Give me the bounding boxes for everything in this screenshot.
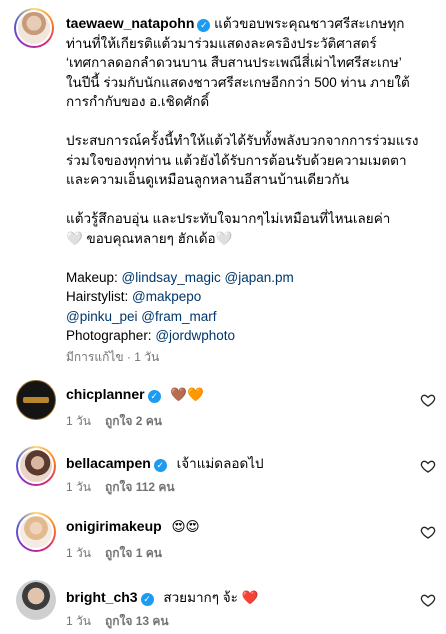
caption-line: และความเอ็นดูเหมือนลูกหลานอีสานบ้านเดียว… <box>66 172 350 187</box>
comment-likes[interactable]: ถูกใจ 1 คน <box>105 546 162 560</box>
comment-meta: 1 วัน ถูกใจ 112 คน <box>66 478 175 497</box>
caption-line: แต้วขอบพระคุณชาวศรีสะเกษทุก <box>214 16 405 31</box>
post-author-avatar[interactable] <box>14 8 54 48</box>
commenter-username[interactable]: chicplanner <box>66 386 145 402</box>
like-heart-icon[interactable] <box>420 392 436 408</box>
caption-blank-line <box>66 112 438 132</box>
credits-hair: Hairstylist: @makpepo <box>66 289 202 304</box>
post-author-username[interactable]: taewaew_natapohn <box>66 15 194 31</box>
comment-item: chicplanner ✓ 🤎🧡 1 วัน ถูกใจ 2 คน <box>0 378 446 438</box>
comment-item: bright_ch3 ✓ สวยมากๆ จ้ะ ❤️ 1 วัน ถูกใจ 13… <box>0 578 446 634</box>
comment-likes[interactable]: ถูกใจ 112 คน <box>105 480 175 494</box>
comment-time: 1 วัน <box>66 414 91 428</box>
caption-blank-line <box>66 248 438 268</box>
mention-link[interactable]: @makpepo <box>132 289 201 304</box>
verified-badge-icon: ✓ <box>197 19 211 32</box>
comment-text: 😍😍 <box>171 519 200 534</box>
credits-makeup: Makeup: @lindsay_magic @japan.pm <box>66 269 294 285</box>
caption-line: ประสบการณ์ครั้งนี้ทำให้แต้วได้รับทั้งพลั… <box>66 133 419 148</box>
comment-text: 🤎🧡 <box>170 387 204 402</box>
comment-time: 1 วัน <box>66 546 91 560</box>
mention-link[interactable]: @pinku_pei <box>66 309 138 324</box>
verified-badge-icon: ✓ <box>153 459 167 472</box>
like-heart-icon[interactable] <box>420 458 436 474</box>
comment-likes[interactable]: ถูกใจ 2 คน <box>105 414 162 428</box>
caption-line: ในปีนี้ ร่วมกับนักแสดงชาวศรีสะเกษอีกกว่า… <box>66 74 410 90</box>
comment-likes[interactable]: ถูกใจ 13 คน <box>105 614 169 628</box>
caption-line: ท่านที่ให้เกียรติแต้วมาร่วมแสดงละครอิงปร… <box>66 35 377 51</box>
mention-link[interactable]: @japan.pm <box>225 270 294 285</box>
comment-meta: 1 วัน ถูกใจ 1 คน <box>66 544 162 563</box>
mention-link[interactable]: @fram_marf <box>141 309 216 324</box>
mention-link[interactable]: @lindsay_magic <box>122 270 221 285</box>
comment-time: 1 วัน <box>66 614 91 628</box>
verified-badge-icon: ✓ <box>147 390 161 403</box>
like-heart-icon[interactable] <box>420 524 436 540</box>
comment-body: chicplanner ✓ 🤎🧡 <box>66 386 204 403</box>
commenter-username[interactable]: onigirimakeup <box>66 518 162 534</box>
like-heart-icon[interactable] <box>420 592 436 608</box>
mention-link[interactable]: @jordwphoto <box>155 328 235 343</box>
caption-line: 🤍 ขอบคุณหลายๆ ฮักเด้อ🤍 <box>66 230 233 246</box>
comment-text: เจ้าแม่ดลอดไป <box>176 456 264 471</box>
comment-body: bright_ch3 ✓ สวยมากๆ จ้ะ ❤️ <box>66 586 258 608</box>
comment-item: bellacampen ✓ เจ้าแม่ดลอดไป 1 วัน ถูกใจ 11… <box>0 444 446 504</box>
caption-line: ร่วมใจของทุกท่าน แต้วยังได้รับการต้อนรับ… <box>66 152 407 168</box>
commenter-avatar[interactable] <box>16 446 56 486</box>
verified-badge-icon: ✓ <box>140 593 154 606</box>
post-edited-meta: มีการแก้ไข · 1 วัน <box>66 349 160 364</box>
comment-time: 1 วัน <box>66 480 91 494</box>
comment-body: bellacampen ✓ เจ้าแม่ดลอดไป <box>66 452 264 474</box>
credits-extra: @pinku_pei @fram_marf <box>66 307 438 327</box>
caption-line: ‘เทศกาลดอกลำดวนบาน สืบสานประเพณีสี่เผ่าไ… <box>66 55 402 70</box>
comment-body: onigirimakeup 😍😍 <box>66 518 200 535</box>
commenter-avatar[interactable] <box>16 512 56 552</box>
commenter-username[interactable]: bellacampen <box>66 455 151 471</box>
caption-blank-line <box>66 190 438 210</box>
comment-meta: 1 วัน ถูกใจ 2 คน <box>66 412 162 431</box>
caption-line: แต้วรู้สึกอบอุ่น และประทับใจมากๆไม่เหมือ… <box>66 211 391 226</box>
comment-meta: 1 วัน ถูกใจ 13 คน <box>66 612 169 631</box>
commenter-avatar[interactable] <box>16 580 56 620</box>
post-caption: taewaew_natapohn ✓ แต้วขอบพระคุณชาวศรีสะเ… <box>66 14 438 367</box>
credits-photo: Photographer: @jordwphoto <box>66 328 236 343</box>
commenter-username[interactable]: bright_ch3 <box>66 589 138 605</box>
comment-item: onigirimakeup 😍😍 1 วัน ถูกใจ 1 คน <box>0 510 446 570</box>
commenter-avatar[interactable] <box>16 380 56 420</box>
comment-text: สวยมากๆ จ้ะ ❤️ <box>163 590 259 605</box>
caption-line: การกำกับของ อ.เชิดศักดิ์ <box>66 94 210 109</box>
